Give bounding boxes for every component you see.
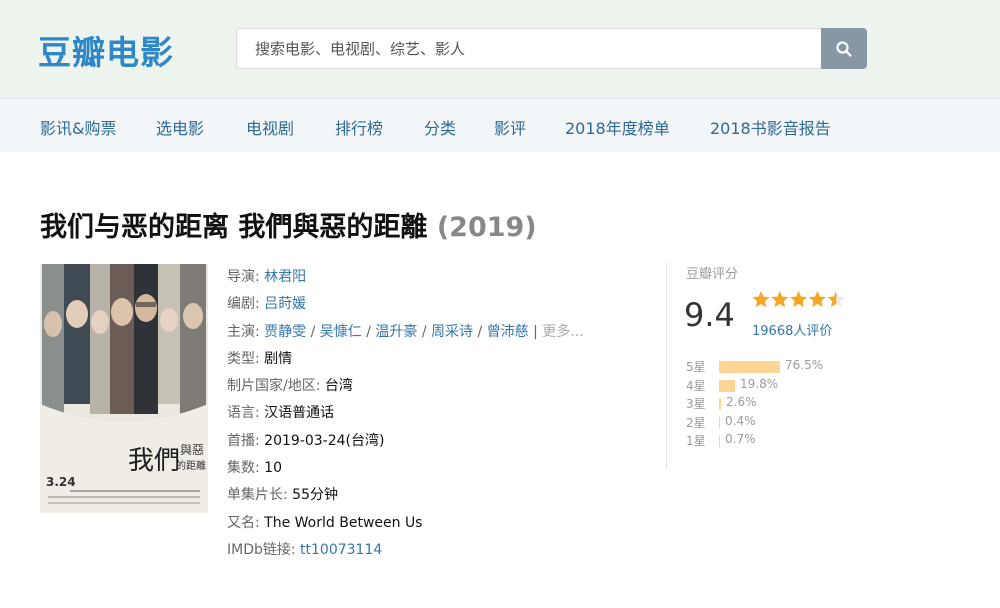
poster-date: 3.24 xyxy=(46,475,76,489)
cast-link[interactable]: 贾静雯 xyxy=(264,324,306,340)
runtime-value: 55分钟 xyxy=(292,487,338,504)
info-runtime-row: 单集片长: 55分钟 xyxy=(227,482,584,509)
info-country-row: 制片国家/地区: 台湾 xyxy=(227,373,584,400)
info-cast-row: 主演: 贾静雯 / 吴慷仁 / 温升豪 / 周采诗 / 曾沛慈 | 更多... xyxy=(227,323,584,340)
dist-bar xyxy=(719,398,721,410)
country-value: 台湾 xyxy=(324,378,353,395)
star-icon xyxy=(790,291,808,307)
title-year: (2019) xyxy=(436,212,537,243)
genre-label: 类型: xyxy=(227,350,260,367)
info-premiere-row: 首播: 2019-03-24(台湾) xyxy=(227,428,584,455)
info-writer-row: 编剧: 吕莳媛 xyxy=(227,296,307,313)
poster-art: 我們 與惡 的距離 3.24 xyxy=(40,264,208,513)
imdb-label: IMDb链接: xyxy=(227,541,296,558)
nav-item-annual-report[interactable]: 2018书影音报告 xyxy=(710,115,831,139)
rating-label: 豆瓣评分 xyxy=(686,267,739,282)
nav-item-reviews[interactable]: 影评 xyxy=(494,115,526,139)
subject-info: 导演: 林君阳 编剧: 吕莳媛 主演: 贾静雯 / 吴慷仁 / 温升豪 / 周采… xyxy=(227,264,584,564)
director-link[interactable]: 林君阳 xyxy=(264,269,306,285)
search-box xyxy=(236,28,822,69)
info-director-row: 导演: 林君阳 xyxy=(227,269,307,285)
dist-star-label: 3星 xyxy=(686,397,706,411)
search-icon xyxy=(836,40,852,57)
search-input[interactable] xyxy=(237,29,822,68)
language-value: 汉语普通话 xyxy=(264,405,335,422)
dist-percent: 0.7% xyxy=(725,432,756,446)
imdb-link[interactable]: tt10073114 xyxy=(300,542,382,558)
language-label: 语言: xyxy=(227,405,260,422)
site-logo[interactable]: 豆瓣电影 xyxy=(38,26,174,74)
cast-label: 主演 xyxy=(227,323,255,340)
episodes-value: 10 xyxy=(264,460,282,477)
cast-link[interactable]: 吴慷仁 xyxy=(320,324,362,340)
star-icon xyxy=(827,291,845,307)
aka-value: The World Between Us xyxy=(264,514,423,531)
cast-link[interactable]: 曾沛慈 xyxy=(487,324,529,340)
nav-item-categories[interactable]: 分类 xyxy=(424,115,456,139)
poster[interactable]: 我們 與惡 的距離 3.24 xyxy=(40,264,208,513)
premiere-label: 首播: xyxy=(227,432,260,449)
dist-star-label: 1星 xyxy=(686,434,706,448)
info-language-row: 语言: 汉语普通话 xyxy=(227,400,584,427)
rating-score: 9.4 xyxy=(684,296,735,334)
dist-percent: 2.6% xyxy=(726,395,757,409)
genre-value: 剧情 xyxy=(264,350,293,367)
nav-item-tv[interactable]: 电视剧 xyxy=(246,115,294,139)
main-nav: 影讯&购票 选电影 电视剧 排行榜 分类 影评 2018年度榜单 2018书影音… xyxy=(0,98,1000,152)
nav-item-tickets[interactable]: 影讯&购票 xyxy=(40,115,116,139)
dist-percent: 0.4% xyxy=(725,413,756,428)
poster-subtitle-text-2: 的距離 xyxy=(176,459,206,472)
rating-divider xyxy=(666,263,667,468)
nav-item-annual-list[interactable]: 2018年度榜单 xyxy=(565,115,670,139)
cast-more-link[interactable]: 更多... xyxy=(542,324,583,340)
dist-bar xyxy=(719,435,720,447)
star-icon xyxy=(808,291,826,307)
dist-bar xyxy=(719,379,735,392)
star-icon xyxy=(771,291,789,307)
page-title: 我们与恶的距离 我們與惡的距離 (2019) xyxy=(40,205,537,244)
dist-bar xyxy=(719,416,720,429)
nav-item-charts[interactable]: 排行榜 xyxy=(335,115,383,139)
writer-link[interactable]: 吕莳媛 xyxy=(264,296,306,312)
cast-link[interactable]: 周采诗 xyxy=(431,324,473,340)
dist-star-label: 2星 xyxy=(686,415,706,430)
nav-item-explore-movies[interactable]: 选电影 xyxy=(156,115,204,139)
poster-title-text: 我們 xyxy=(128,446,180,476)
dist-star-label: 5星 xyxy=(686,360,706,374)
episodes-label: 集数: xyxy=(227,460,260,477)
poster-subtitle-text: 與惡 xyxy=(180,443,204,457)
info-aka-row: 又名: The World Between Us xyxy=(227,510,584,537)
site-header: 豆瓣电影 xyxy=(0,0,1000,98)
premiere-value: 2019-03-24(台湾) xyxy=(264,432,385,449)
writer-label: 编剧 xyxy=(227,296,255,313)
runtime-label: 单集片长: xyxy=(227,487,288,504)
rating-stars xyxy=(752,291,845,307)
dist-percent: 19.8% xyxy=(740,376,779,391)
title-name: 我们与恶的距离 我們與惡的距離 xyxy=(40,212,428,243)
star-icon xyxy=(752,291,770,307)
info-episodes-row: 集数: 10 xyxy=(227,455,584,482)
search-button[interactable] xyxy=(821,28,867,69)
director-label: 导演 xyxy=(227,269,255,285)
dist-bar xyxy=(719,361,780,373)
country-label: 制片国家/地区: xyxy=(227,378,321,395)
dist-percent: 76.5% xyxy=(785,358,824,372)
info-genre-row: 类型: 剧情 xyxy=(227,346,584,373)
aka-label: 又名: xyxy=(227,514,260,531)
info-imdb-row: IMDb链接: tt10073114 xyxy=(227,537,584,564)
cast-link[interactable]: 温升豪 xyxy=(375,324,417,340)
rating-votes-link[interactable]: 19668人评价 xyxy=(752,320,832,339)
dist-star-label: 4星 xyxy=(686,378,706,393)
